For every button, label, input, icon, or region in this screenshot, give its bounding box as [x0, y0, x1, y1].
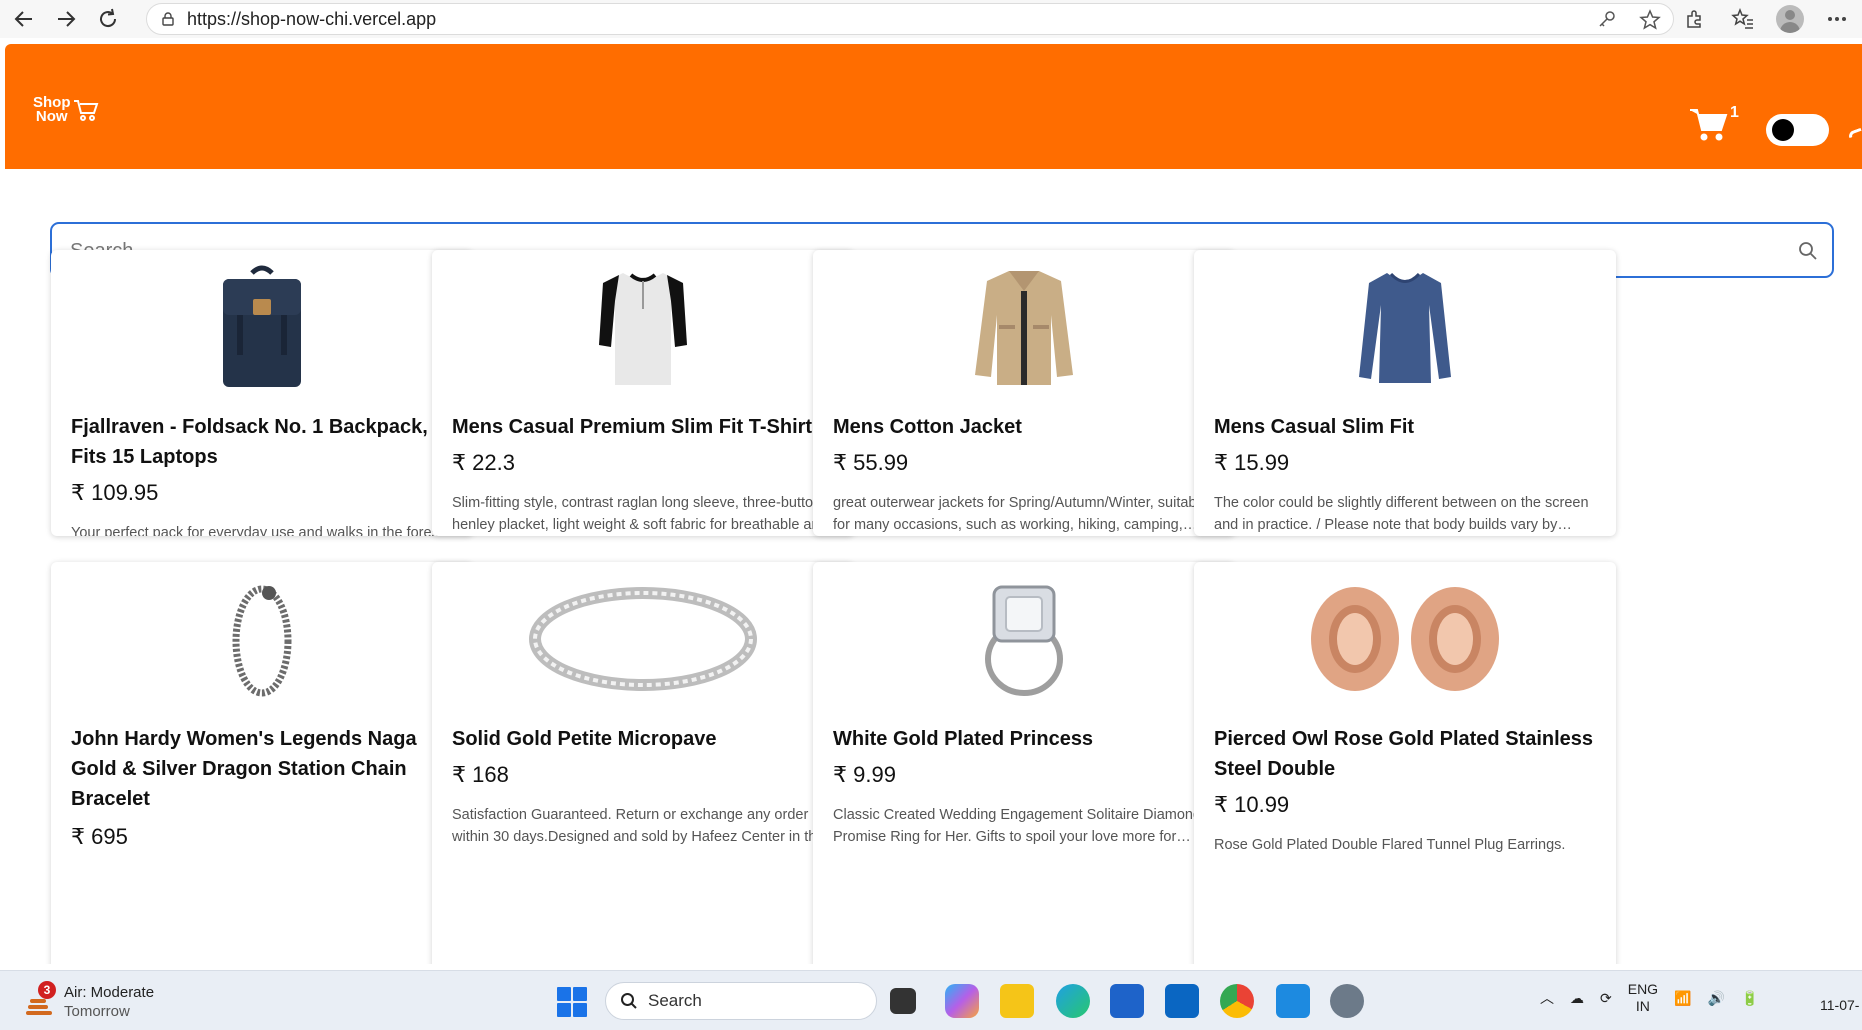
product-price: ₹ 10.99 — [1214, 792, 1290, 817]
tshirt-icon — [432, 262, 854, 392]
language-region: IN — [1635, 998, 1650, 1014]
product-description: Your perfect pack for everyday use and w… — [71, 525, 447, 536]
product-title[interactable]: Mens Casual Premium Slim Fit T-Shirts — [452, 412, 838, 442]
weather-widget[interactable]: 3 Air: Moderate Tomorrow — [24, 981, 155, 1021]
product-description: great outerwear jackets for Spring/Autum… — [833, 495, 1208, 533]
favorite-star-icon[interactable] — [1639, 9, 1661, 31]
key-icon[interactable] — [1597, 9, 1617, 29]
more-options-icon[interactable] — [1822, 4, 1852, 34]
store-icon[interactable] — [1110, 984, 1144, 1018]
battery-icon[interactable]: 🔋 — [1741, 990, 1758, 1007]
wifi-icon[interactable]: 📶 — [1674, 990, 1691, 1007]
product-card[interactable]: Pierced Owl Rose Gold Plated Stainless S… — [1194, 562, 1616, 964]
product-card[interactable]: Mens Casual Slim Fit ₹ 15.99 The color c… — [1194, 250, 1616, 536]
sync-icon[interactable]: ⟳ — [1600, 990, 1612, 1007]
site-header: Shop Now 1 — [5, 44, 1862, 169]
refresh-icon[interactable] — [90, 1, 126, 37]
product-card[interactable]: Mens Casual Premium Slim Fit T-Shirts ₹ … — [432, 250, 854, 536]
taskbar-search-icon — [621, 993, 637, 1009]
taskbar-search-label: Search — [648, 991, 702, 1010]
product-description: Slim-fitting style, contrast raglan long… — [452, 495, 828, 533]
jacket-icon — [813, 262, 1235, 392]
forward-icon[interactable] — [48, 1, 84, 37]
earrings-icon — [1194, 574, 1616, 704]
copilot-icon[interactable] — [945, 984, 979, 1018]
product-title[interactable]: Solid Gold Petite Micropave — [452, 724, 838, 754]
product-card[interactable]: White Gold Plated Princess ₹ 9.99 Classi… — [813, 562, 1235, 964]
product-price: ₹ 55.99 — [833, 450, 909, 475]
cart-icon — [1690, 109, 1728, 141]
bracelet-icon — [51, 574, 473, 704]
product-description: The color could be slightly different be… — [1214, 495, 1589, 533]
product-card[interactable]: Mens Cotton Jacket ₹ 55.99 great outerwe… — [813, 250, 1235, 536]
product-card[interactable]: Fjallraven - Foldsack No. 1 Backpack, Fi… — [51, 250, 473, 536]
taskbar-search[interactable]: Search — [605, 982, 877, 1020]
product-price: ₹ 9.99 — [833, 762, 896, 787]
product-price: ₹ 22.3 — [452, 450, 515, 475]
windows-start-icon[interactable] — [557, 987, 587, 1017]
product-price: ₹ 109.95 — [71, 480, 159, 505]
logo-cart-icon — [73, 100, 98, 121]
diamond-ring-icon — [813, 574, 1235, 704]
weather-subtitle: Tomorrow — [64, 1003, 130, 1020]
weather-badge: 3 — [38, 981, 56, 999]
product-card[interactable]: John Hardy Women's Legends Naga Gold & S… — [51, 562, 473, 964]
product-title[interactable]: Fjallraven - Foldsack No. 1 Backpack, Fi… — [71, 412, 457, 472]
task-view-icon[interactable] — [890, 988, 916, 1014]
browser-toolbar: https://shop-now-chi.vercel.app — [0, 0, 1862, 38]
chevron-up-icon[interactable]: ︿ — [1540, 988, 1554, 1008]
air-quality-icon: 3 — [24, 981, 56, 1017]
back-icon[interactable] — [6, 1, 42, 37]
product-title[interactable]: John Hardy Women's Legends Naga Gold & S… — [71, 724, 457, 814]
user-menu-icon[interactable] — [1847, 127, 1862, 139]
weather-title: Air: Moderate — [64, 984, 155, 1001]
edge-browser-icon[interactable] — [1056, 984, 1090, 1018]
longsleeve-icon — [1194, 262, 1616, 392]
profile-avatar[interactable] — [1776, 5, 1804, 33]
product-title[interactable]: Mens Casual Slim Fit — [1214, 412, 1600, 442]
settings-icon[interactable] — [1330, 984, 1364, 1018]
address-bar[interactable]: https://shop-now-chi.vercel.app — [146, 3, 1674, 35]
product-price: ₹ 168 — [452, 762, 509, 787]
clock-date[interactable]: 11-07- — [1820, 997, 1859, 1013]
favorites-icon[interactable] — [1728, 4, 1758, 34]
language-code: ENG — [1627, 981, 1659, 997]
system-tray: ︿ ☁ ⟳ ENG IN 📶 🔊 🔋 — [1540, 981, 1758, 1015]
file-explorer-icon[interactable] — [1000, 984, 1034, 1018]
band-ring-icon — [432, 574, 854, 704]
linkedin-icon[interactable] — [1165, 984, 1199, 1018]
volume-icon[interactable]: 🔊 — [1708, 990, 1725, 1007]
theme-toggle[interactable] — [1766, 114, 1829, 146]
product-description: Rose Gold Plated Double Flared Tunnel Pl… — [1214, 837, 1566, 853]
windows-taskbar: 3 Air: Moderate Tomorrow Search ︿ ☁ ⟳ EN… — [0, 970, 1862, 1030]
site-info-icon[interactable] — [161, 12, 175, 26]
page-viewport: Shop Now 1 Fjallrav — [5, 44, 1862, 964]
language-indicator[interactable]: ENG IN — [1628, 981, 1658, 1015]
onedrive-icon[interactable]: ☁ — [1570, 990, 1584, 1007]
product-card[interactable]: Solid Gold Petite Micropave ₹ 168 Satisf… — [432, 562, 854, 964]
chrome-icon[interactable] — [1220, 984, 1254, 1018]
product-title[interactable]: Mens Cotton Jacket — [833, 412, 1219, 442]
cart-button[interactable] — [1689, 106, 1733, 146]
cart-count-badge: 1 — [1730, 104, 1739, 121]
logo-line-2: Now — [35, 108, 68, 125]
product-price: ₹ 695 — [71, 824, 128, 849]
shop-now-logo[interactable]: Shop Now — [33, 95, 99, 125]
product-title[interactable]: White Gold Plated Princess — [833, 724, 1219, 754]
url-text[interactable]: https://shop-now-chi.vercel.app — [187, 9, 436, 30]
product-price: ₹ 15.99 — [1214, 450, 1290, 475]
extensions-icon[interactable] — [1680, 4, 1710, 34]
search-icon[interactable] — [1798, 241, 1818, 261]
vscode-icon[interactable] — [1276, 984, 1310, 1018]
product-description: Classic Created Wedding Engagement Solit… — [833, 807, 1202, 845]
product-title[interactable]: Pierced Owl Rose Gold Plated Stainless S… — [1214, 724, 1600, 784]
theme-toggle-knob — [1772, 119, 1794, 141]
product-description: Satisfaction Guaranteed. Return or excha… — [452, 807, 824, 845]
backpack-icon — [51, 262, 473, 392]
